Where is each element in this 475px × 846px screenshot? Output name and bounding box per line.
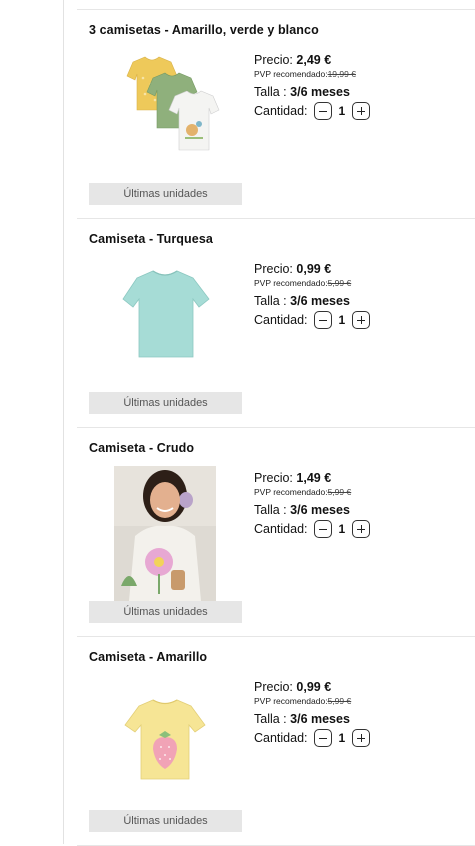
product-info: Precio: 1,49 € PVP recomendado:5,99 € Ta… — [254, 471, 474, 538]
price-value: 0,99 € — [296, 262, 332, 276]
quantity-stepper: Cantidad: 1 — [254, 102, 474, 120]
quantity-value: 1 — [338, 104, 346, 118]
left-divider — [63, 0, 64, 844]
pvp-line: PVP recomendado:5,99 € — [254, 487, 352, 497]
last-units-badge: Últimas unidades — [89, 183, 242, 205]
pvp-line: PVP recomendado:5,99 € — [254, 278, 352, 288]
product-card: Camiseta - Turquesa Últimas unidades Pre… — [77, 219, 475, 428]
product-list: 3 camisetas - Amarillo, verde y blanco Ú… — [77, 0, 475, 846]
decrease-quantity-button[interactable] — [313, 520, 332, 538]
increase-quantity-button[interactable] — [352, 311, 371, 329]
quantity-stepper: Cantidad: 1 — [254, 311, 474, 329]
increase-quantity-button[interactable] — [352, 729, 371, 747]
product-info: Precio: 0,99 € PVP recomendado:5,99 € Ta… — [254, 262, 474, 329]
pvp-line: PVP recomendado:19,99 € — [254, 69, 356, 79]
price-line: Precio: 1,49 € — [254, 471, 332, 485]
decrease-quantity-button[interactable] — [313, 729, 332, 747]
quantity-value: 1 — [338, 313, 346, 327]
last-units-badge: Últimas unidades — [89, 810, 242, 832]
product-title[interactable]: Camiseta - Turquesa — [89, 232, 213, 246]
price-value: 0,99 € — [296, 680, 332, 694]
pvp-value: 5,99 € — [327, 696, 352, 706]
product-card: 3 camisetas - Amarillo, verde y blanco Ú… — [77, 10, 475, 219]
product-title[interactable]: 3 camisetas - Amarillo, verde y blanco — [89, 23, 319, 37]
size-value: 3/6 meses — [290, 712, 350, 726]
size-line: Talla : 3/6 meses — [254, 294, 350, 308]
pvp-value: 19,99 € — [327, 69, 356, 79]
product-info: Precio: 0,99 € PVP recomendado:5,99 € Ta… — [254, 680, 474, 747]
size-line: Talla : 3/6 meses — [254, 503, 350, 517]
increase-quantity-button[interactable] — [352, 102, 371, 120]
pvp-line: PVP recomendado:5,99 € — [254, 696, 352, 706]
quantity-stepper: Cantidad: 1 — [254, 520, 474, 538]
price-value: 1,49 € — [296, 471, 332, 485]
size-line: Talla : 3/6 meses — [254, 85, 350, 99]
decrease-quantity-button[interactable] — [313, 311, 332, 329]
product-title[interactable]: Camiseta - Crudo — [89, 441, 194, 455]
decrease-quantity-button[interactable] — [313, 102, 332, 120]
quantity-stepper: Cantidad: 1 — [254, 729, 474, 747]
quantity-value: 1 — [338, 731, 346, 745]
top-divider — [77, 0, 475, 10]
increase-quantity-button[interactable] — [352, 520, 371, 538]
product-title[interactable]: Camiseta - Amarillo — [89, 650, 207, 664]
product-card: Camiseta - Amarillo Últimas unidades Pre… — [77, 637, 475, 846]
size-line: Talla : 3/6 meses — [254, 712, 350, 726]
pvp-value: 5,99 € — [327, 487, 352, 497]
pvp-value: 5,99 € — [327, 278, 352, 288]
product-info: Precio: 2,49 € PVP recomendado:19,99 € T… — [254, 53, 474, 120]
last-units-badge: Últimas unidades — [89, 392, 242, 414]
price-line: Precio: 0,99 € — [254, 262, 332, 276]
last-units-badge: Últimas unidades — [89, 601, 242, 623]
size-value: 3/6 meses — [290, 294, 350, 308]
quantity-value: 1 — [338, 522, 346, 536]
product-card: Camiseta - Crudo Últimas unidades Precio… — [77, 428, 475, 637]
size-value: 3/6 meses — [290, 503, 350, 517]
price-line: Precio: 2,49 € — [254, 53, 332, 67]
price-line: Precio: 0,99 € — [254, 680, 332, 694]
size-value: 3/6 meses — [290, 85, 350, 99]
price-value: 2,49 € — [296, 53, 332, 67]
